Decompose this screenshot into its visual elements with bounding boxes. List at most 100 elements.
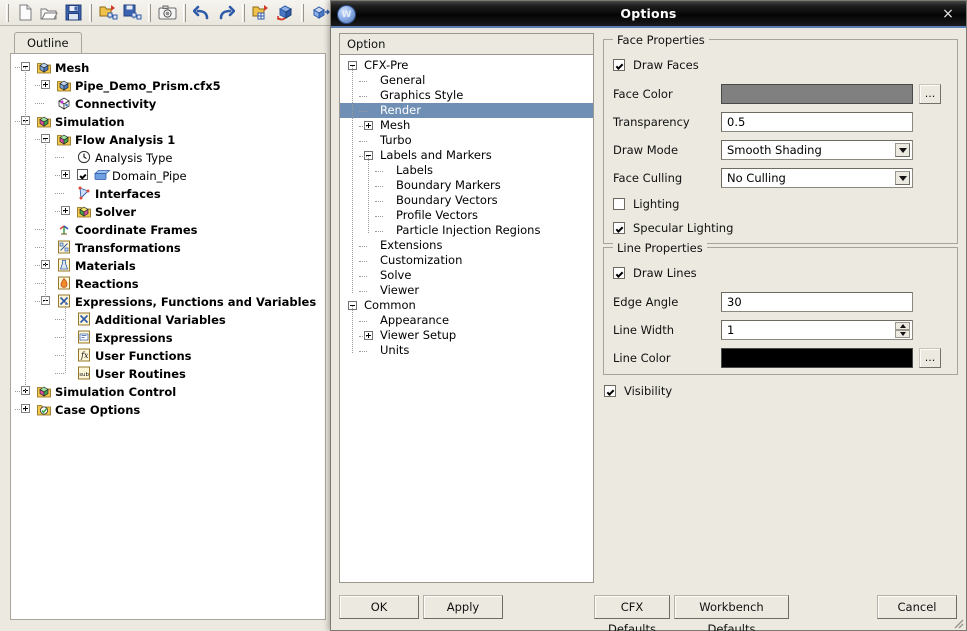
outline-node[interactable]: Coordinate Frames	[11, 220, 325, 238]
outline-node[interactable]: Mesh	[11, 58, 325, 76]
workbench-defaults-button[interactable]: Workbench Defaults	[674, 595, 789, 631]
ok-button[interactable]: OK	[339, 595, 419, 619]
tree-guide-line	[35, 139, 44, 140]
chevron-down-icon[interactable]	[895, 171, 910, 185]
draw-mode-select[interactable]: Smooth Shading	[721, 140, 913, 160]
save-icon[interactable]	[61, 2, 85, 24]
options-dialog: W Options × Option CFX-Pre General Graphic…	[330, 0, 967, 631]
option-tree-item-mesh[interactable]: Mesh	[340, 118, 593, 133]
option-tree-item-solve[interactable]: Solve	[340, 268, 593, 283]
new-file-icon[interactable]	[13, 2, 37, 24]
stepper-down-icon[interactable]	[895, 330, 910, 338]
tree-guide-line	[55, 319, 64, 320]
option-column-header: Option	[339, 33, 594, 55]
outline-node[interactable]: Connectivity	[11, 94, 325, 112]
snapshot-icon[interactable]	[155, 2, 179, 24]
close-icon[interactable]: ×	[940, 6, 956, 22]
export-mesh-icon[interactable]	[120, 2, 144, 24]
option-tree-item-render[interactable]: Render	[340, 103, 593, 118]
option-tree-item-units[interactable]: Units	[340, 343, 593, 358]
option-tree-item-label: Graphics Style	[380, 88, 464, 102]
tree-guide-line	[35, 301, 44, 302]
option-tree-item-appearance[interactable]: Appearance	[340, 313, 593, 328]
tree-guide-line	[368, 156, 369, 233]
option-tree-item-graphics-style[interactable]: Graphics Style	[340, 88, 593, 103]
outline-node-checkbox[interactable]	[77, 169, 88, 180]
option-tree-item-label: Extensions	[380, 238, 443, 252]
tab-outline[interactable]: Outline	[14, 32, 82, 54]
user-functions-icon: fx	[77, 348, 91, 362]
refresh-mesh-icon[interactable]	[273, 2, 297, 24]
outline-node-label: Additional Variables	[95, 312, 226, 327]
stepper-up-icon[interactable]	[895, 322, 910, 330]
outline-node[interactable]: Flow Analysis 1	[11, 130, 325, 148]
option-tree-item-customization[interactable]: Customization	[340, 253, 593, 268]
outline-tree[interactable]: Mesh Pipe_Demo_Prism.cfx5 Connectivity Simu…	[10, 53, 326, 620]
line-color-swatch[interactable]	[721, 348, 913, 368]
tree-guide-line	[359, 126, 367, 127]
option-tree-panel: Option CFX-Pre General Graphics Style Rende…	[339, 33, 594, 583]
option-tree-item-viewer-setup[interactable]: Viewer Setup	[340, 328, 593, 343]
tree-guide-line	[375, 231, 383, 232]
option-tree-item-label: Profile Vectors	[396, 208, 479, 222]
apply-button[interactable]: Apply	[423, 595, 503, 619]
dialog-titlebar[interactable]: W Options ×	[331, 1, 966, 28]
line-width-stepper[interactable]: 1	[721, 320, 913, 340]
tree-guide-line	[359, 291, 367, 292]
cfx-defaults-button[interactable]: CFX Defaults	[594, 595, 670, 631]
option-tree-item-extensions[interactable]: Extensions	[340, 238, 593, 253]
outline-node-label: Mesh	[55, 60, 90, 75]
option-tree-item-label: Render	[380, 103, 421, 117]
tree-guide-line	[359, 81, 367, 82]
option-tree-item-label: Viewer	[380, 283, 420, 297]
edge-angle-row: Edge Angle 30	[604, 292, 957, 314]
redo-icon[interactable]	[214, 2, 238, 24]
tree-guide-line	[359, 96, 367, 97]
option-tree-item-general[interactable]: General	[340, 73, 593, 88]
option-tree-item-turbo[interactable]: Turbo	[340, 133, 593, 148]
outline-node[interactable]: Transformations	[11, 238, 325, 256]
chevron-down-icon[interactable]	[895, 143, 910, 157]
outline-node[interactable]: Materials	[11, 256, 325, 274]
outline-node[interactable]: Simulation	[11, 112, 325, 130]
line-width-spinner[interactable]	[895, 322, 910, 338]
face-color-browse-button[interactable]: ...	[919, 84, 941, 104]
outline-node[interactable]: Simulation Control	[11, 382, 325, 400]
option-tree-item-viewer[interactable]: Viewer	[340, 283, 593, 298]
user-routines-icon: sub	[77, 366, 91, 380]
undo-icon[interactable]	[190, 2, 214, 24]
connectivity-icon	[57, 96, 71, 110]
tree-guide-line	[15, 391, 24, 392]
option-tree[interactable]: CFX-Pre General Graphics Style Render Mesh Tu…	[339, 55, 594, 583]
resize-grip[interactable]	[950, 615, 964, 629]
tree-guide-line	[65, 301, 66, 373]
outline-node-label: Case Options	[55, 402, 141, 417]
option-tree-item-label: Solve	[380, 268, 412, 282]
outline-node[interactable]: Expressions, Functions and Variables	[11, 292, 325, 310]
option-tree-item-common[interactable]: Common	[340, 298, 593, 313]
outline-node[interactable]: Pipe_Demo_Prism.cfx5	[11, 76, 325, 94]
outline-node-label: Materials	[75, 258, 136, 273]
transparency-input[interactable]: 0.5	[721, 112, 913, 132]
transparency-row: Transparency 0.5	[604, 112, 957, 134]
option-tree-item-label: General	[380, 73, 426, 87]
outline-node[interactable]: Reactions	[11, 274, 325, 292]
rotate-icon[interactable]	[308, 2, 332, 24]
tree-guide-line	[35, 247, 44, 248]
option-tree-item-labels-and-markers[interactable]: Labels and Markers	[340, 148, 593, 163]
face-color-swatch[interactable]	[721, 84, 913, 104]
svg-text:fx: fx	[80, 351, 89, 360]
outline-node-label: Connectivity	[75, 96, 157, 111]
option-tree-item-cfx-pre[interactable]: CFX-Pre	[340, 58, 593, 73]
line-color-browse-button[interactable]: ...	[919, 348, 941, 368]
edge-angle-input[interactable]: 30	[721, 292, 913, 312]
cancel-button[interactable]: Cancel	[877, 595, 957, 619]
open-folder-icon[interactable]	[37, 2, 61, 24]
toolbar-grip[interactable]	[6, 3, 9, 22]
open-case-icon[interactable]	[249, 2, 273, 24]
face-culling-value: No Culling	[727, 171, 786, 185]
outline-node[interactable]: Case Options	[11, 400, 325, 418]
face-culling-select[interactable]: No Culling	[721, 168, 913, 188]
line-color-label: Line Color	[613, 351, 671, 365]
import-mesh-icon[interactable]	[96, 2, 120, 24]
